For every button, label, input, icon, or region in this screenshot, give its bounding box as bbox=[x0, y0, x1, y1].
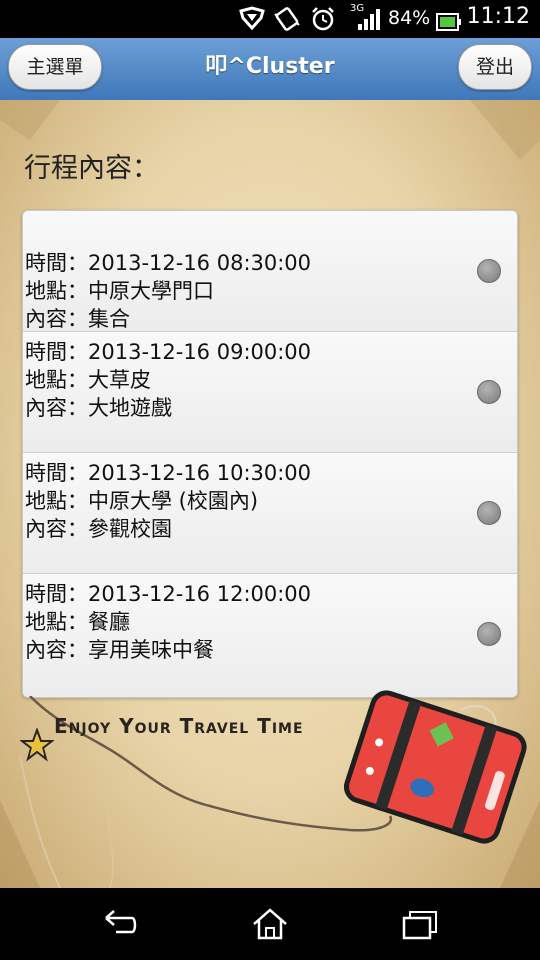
vibrate-icon bbox=[274, 7, 300, 31]
section-title: 行程內容： bbox=[24, 153, 159, 184]
schedule-item[interactable]: 時間：2013-12-16 10:30:00 地點：中原大學 (校園內) 內容：… bbox=[23, 453, 517, 574]
item-time: 時間：2013-12-16 10:30:00 bbox=[25, 461, 312, 485]
status-bar: 3G 84% 11:12 bbox=[0, 0, 540, 38]
app-header: 主選單 叩^Cluster 登出 bbox=[0, 38, 540, 101]
home-icon[interactable] bbox=[250, 906, 290, 942]
item-place: 地點：中原大學 (校園內) bbox=[25, 489, 259, 513]
main-menu-button[interactable]: 主選單 bbox=[8, 44, 102, 90]
logout-button[interactable]: 登出 bbox=[458, 44, 532, 90]
shield-icon bbox=[239, 6, 265, 31]
clock: 11:12 bbox=[466, 4, 530, 29]
item-content: 內容：享用美味中餐 bbox=[25, 638, 214, 662]
radio-button[interactable] bbox=[477, 501, 501, 525]
item-content: 內容：大地遊戲 bbox=[25, 396, 172, 420]
schedule-item[interactable]: 時間：2013-12-16 08:30:00 地點：中原大學門口 內容：集合 bbox=[23, 211, 517, 332]
item-content: 內容：集合 bbox=[25, 307, 130, 331]
item-content: 內容：參觀校園 bbox=[25, 517, 172, 541]
item-time: 時間：2013-12-16 08:30:00 bbox=[25, 251, 312, 275]
battery-percent: 84% bbox=[388, 7, 431, 29]
radio-button[interactable] bbox=[477, 380, 501, 404]
item-place: 地點：餐廳 bbox=[25, 610, 130, 634]
radio-button[interactable] bbox=[477, 622, 501, 646]
schedule-list: 時間：2013-12-16 08:30:00 地點：中原大學門口 內容：集合 時… bbox=[22, 210, 518, 698]
schedule-item[interactable]: 時間：2013-12-16 09:00:00 地點：大草皮 內容：大地遊戲 bbox=[23, 332, 517, 453]
alarm-icon bbox=[312, 7, 334, 31]
recent-apps-icon[interactable] bbox=[400, 906, 440, 942]
item-place: 地點：大草皮 bbox=[25, 368, 151, 392]
item-place: 地點：中原大學門口 bbox=[25, 279, 214, 303]
star-icon bbox=[20, 728, 54, 762]
suitcase-illustration bbox=[343, 690, 527, 844]
battery-icon bbox=[436, 13, 461, 31]
back-icon[interactable] bbox=[100, 906, 140, 942]
schedule-item[interactable]: 時間：2013-12-16 12:00:00 地點：餐廳 內容：享用美味中餐 bbox=[23, 574, 517, 697]
item-time: 時間：2013-12-16 12:00:00 bbox=[25, 582, 312, 606]
content-area: 行程內容： 時間：2013-12-16 08:30:00 地點：中原大學門口 內… bbox=[0, 100, 540, 888]
slogan-text: Enjoy Your Travel Time bbox=[54, 714, 304, 738]
signal-icon bbox=[358, 9, 380, 30]
item-time: 時間：2013-12-16 09:00:00 bbox=[25, 340, 312, 364]
page-title: 叩^Cluster bbox=[205, 54, 335, 79]
radio-button[interactable] bbox=[477, 259, 501, 283]
navigation-bar bbox=[0, 888, 540, 960]
